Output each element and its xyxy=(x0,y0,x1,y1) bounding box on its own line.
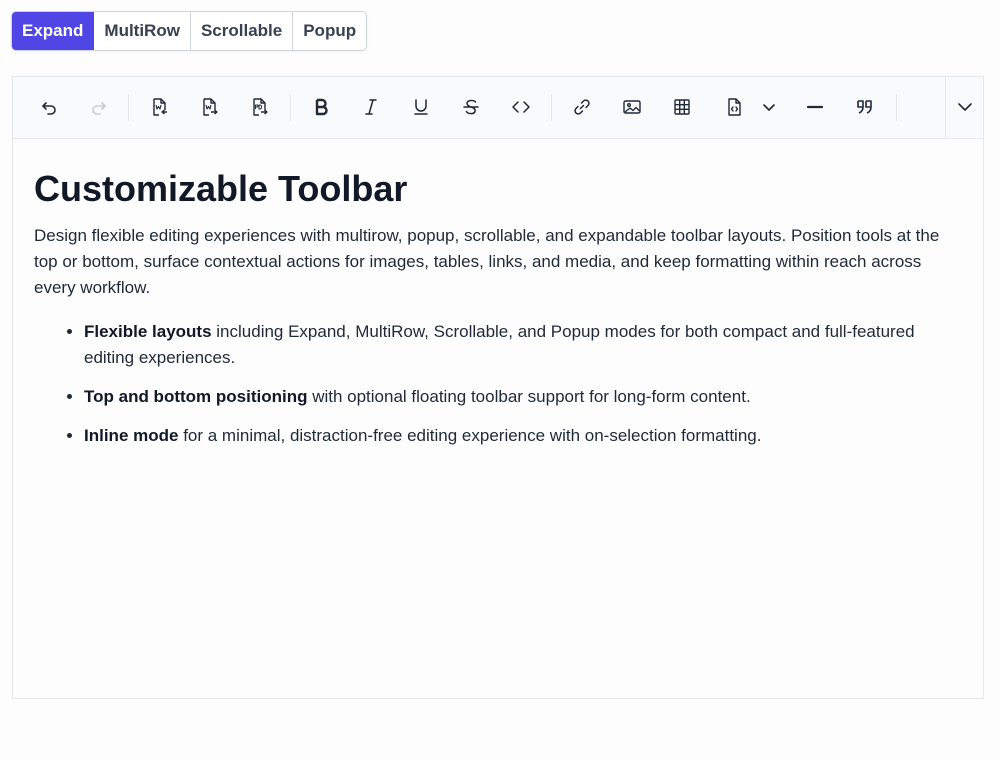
toolbar-separator xyxy=(128,94,129,121)
toolbar-separator xyxy=(290,94,291,121)
horizontal-line-button[interactable] xyxy=(801,93,829,121)
mode-expand-button[interactable]: Expand xyxy=(12,12,95,50)
code-block-dropdown[interactable] xyxy=(757,93,781,121)
italic-icon xyxy=(365,99,377,115)
mode-multirow-button[interactable]: MultiRow xyxy=(94,12,191,50)
redo-button[interactable] xyxy=(85,93,113,121)
blockquote-icon xyxy=(857,100,872,114)
document-title: Customizable Toolbar xyxy=(34,168,408,209)
import-word-button[interactable] xyxy=(145,93,173,121)
horizontal-line-icon xyxy=(806,105,824,109)
code-block-icon xyxy=(728,98,741,116)
expand-toolbar-button[interactable] xyxy=(945,77,983,137)
link-icon xyxy=(574,99,590,115)
toolbar-separator xyxy=(896,94,897,121)
list-item-text: with optional floating toolbar support f… xyxy=(307,387,751,406)
rich-text-editor: Customizable Toolbar Design flexible edi… xyxy=(12,76,984,699)
italic-button[interactable] xyxy=(357,93,385,121)
list-item: Inline mode for a minimal, distraction-f… xyxy=(84,423,954,449)
export-pdf-icon xyxy=(253,98,268,116)
list-item: Flexible layouts including Expand, Multi… xyxy=(84,319,954,371)
export-word-button[interactable] xyxy=(195,93,223,121)
toolbar-mode-tabs: Expand MultiRow Scrollable Popup xyxy=(11,11,368,51)
feature-list: Flexible layouts including Expand, Multi… xyxy=(34,319,954,449)
blockquote-button[interactable] xyxy=(851,93,879,121)
list-item-bold: Inline mode xyxy=(84,426,179,445)
list-item-bold: Flexible layouts xyxy=(84,322,212,341)
inline-code-button[interactable] xyxy=(507,93,535,121)
list-item: Top and bottom positioning with optional… xyxy=(84,384,954,410)
underline-button[interactable] xyxy=(407,93,435,121)
editor-content[interactable]: Customizable Toolbar Design flexible edi… xyxy=(34,167,954,462)
bold-icon xyxy=(315,98,328,116)
toolbar-separator xyxy=(551,94,552,121)
redo-icon xyxy=(92,102,106,115)
mode-popup-button[interactable]: Popup xyxy=(293,12,367,50)
list-item-bold: Top and bottom positioning xyxy=(84,387,308,406)
import-word-icon xyxy=(153,98,167,116)
export-word-icon xyxy=(203,98,218,116)
list-item-text: for a minimal, distraction-free editing … xyxy=(178,426,762,445)
table-button[interactable] xyxy=(668,93,696,121)
inline-code-icon xyxy=(512,101,530,113)
bold-button[interactable] xyxy=(307,93,335,121)
image-icon xyxy=(623,100,641,114)
table-icon xyxy=(674,99,690,115)
editor-toolbar xyxy=(13,77,983,139)
expand-toolbar-icon xyxy=(957,103,972,111)
strikethrough-button[interactable] xyxy=(457,93,485,121)
image-button[interactable] xyxy=(618,93,646,121)
chevron-down-icon xyxy=(763,104,775,111)
undo-icon xyxy=(42,102,56,115)
underline-icon xyxy=(414,99,428,115)
code-block-button[interactable] xyxy=(720,93,748,121)
export-pdf-button[interactable] xyxy=(245,93,273,121)
link-button[interactable] xyxy=(568,93,596,121)
intro-paragraph: Design flexible editing experiences with… xyxy=(34,226,940,297)
undo-button[interactable] xyxy=(35,93,63,121)
strikethrough-icon xyxy=(463,99,479,115)
mode-scrollable-button[interactable]: Scrollable xyxy=(190,12,294,50)
